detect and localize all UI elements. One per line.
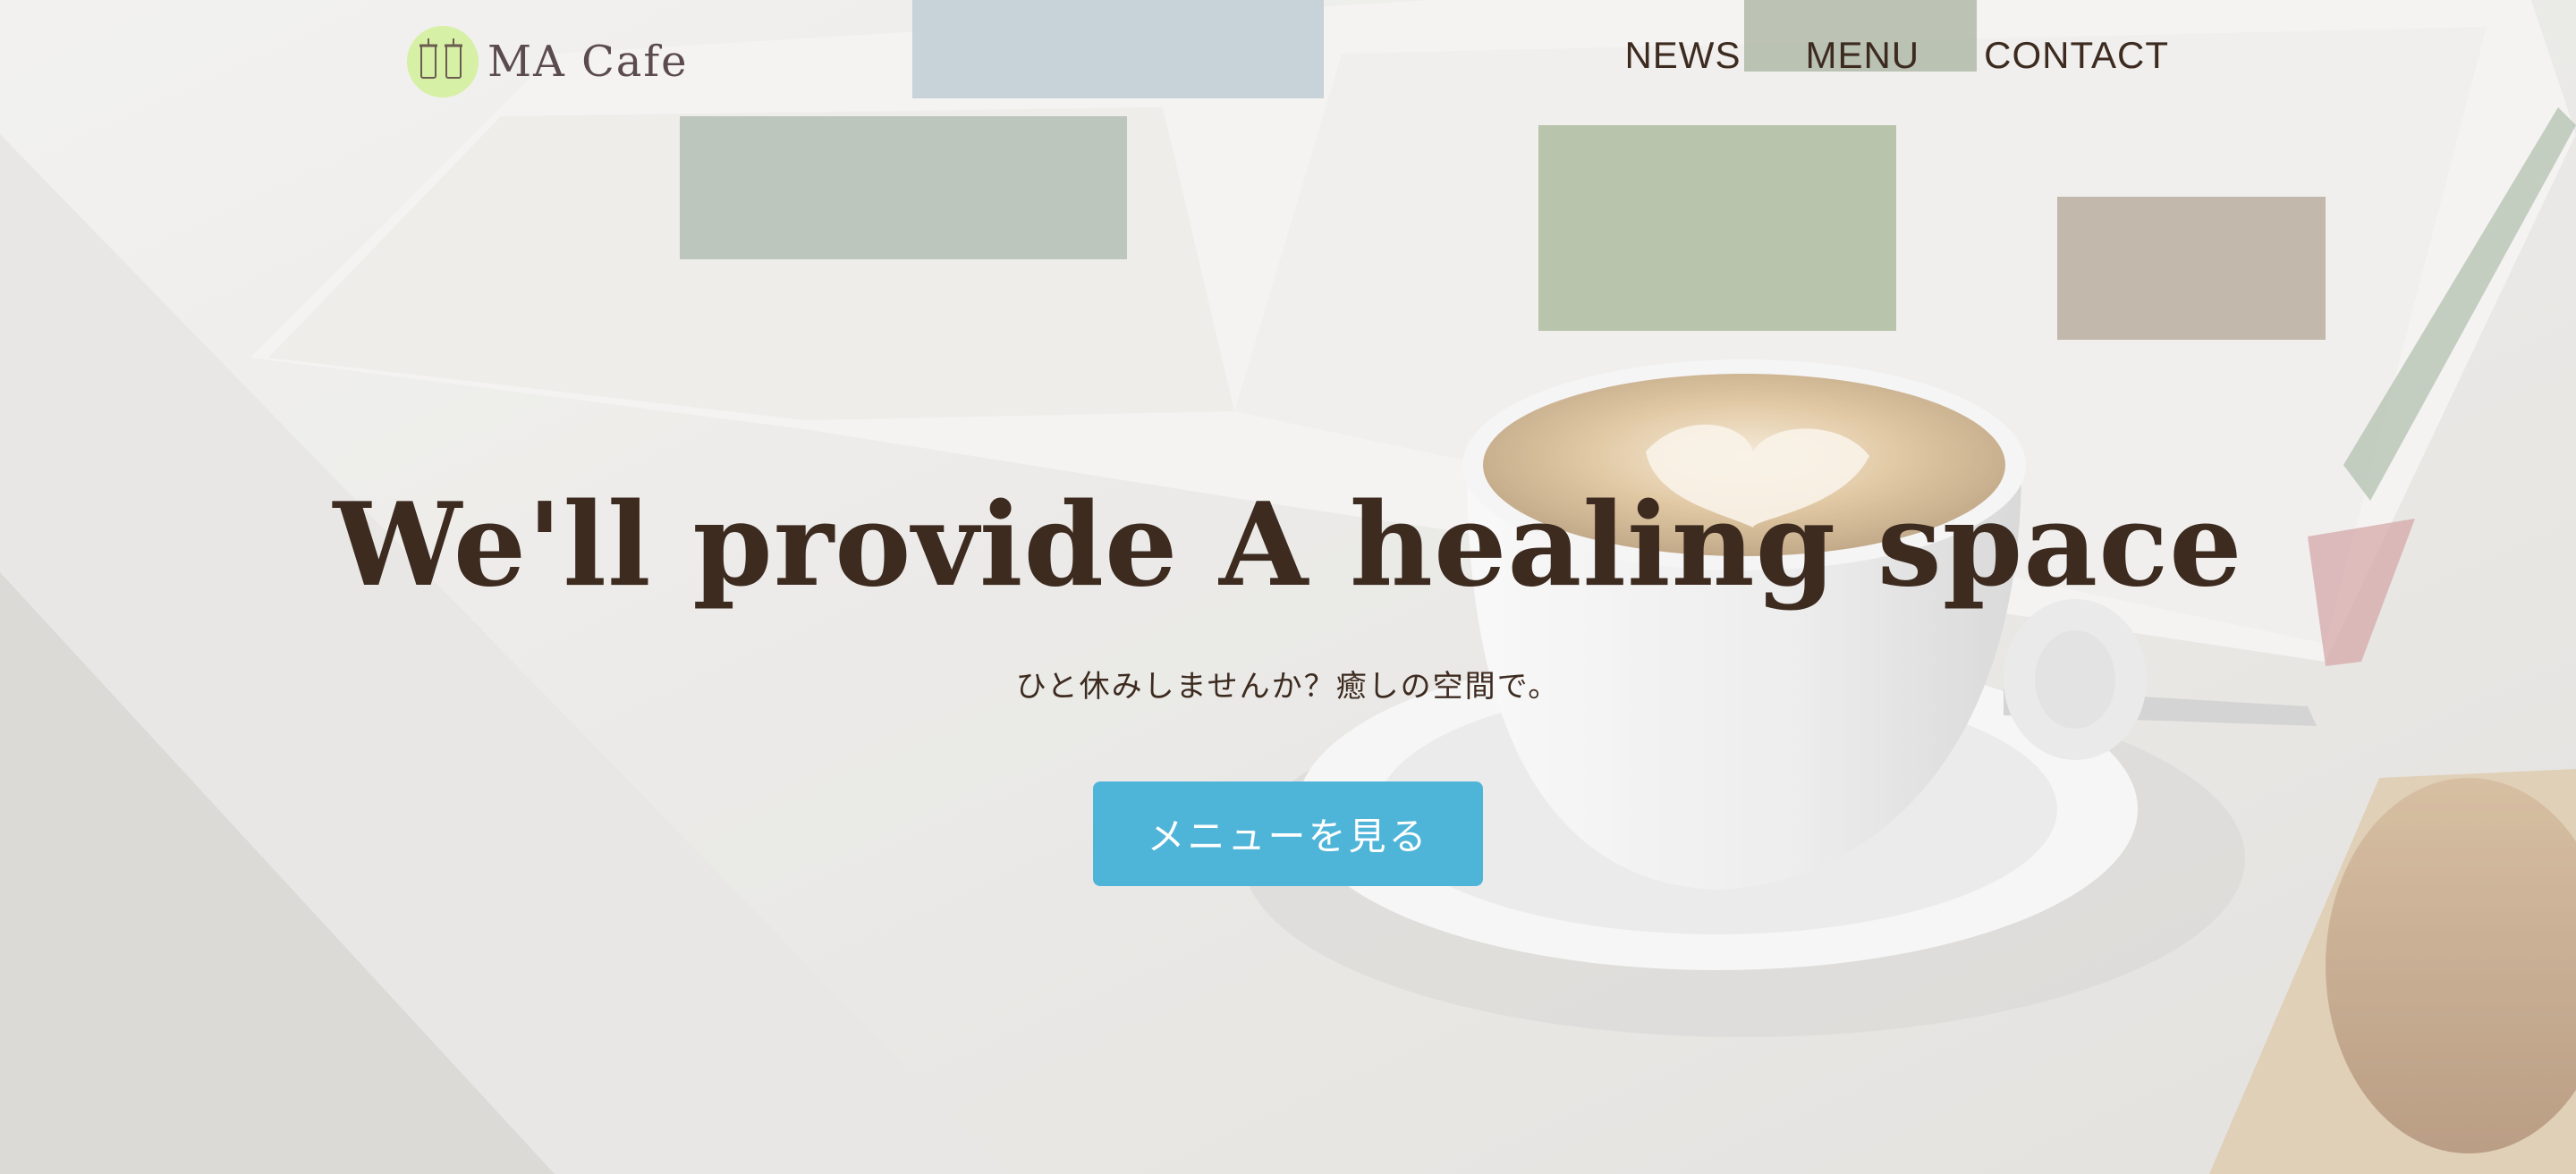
site-header: MA Cafe NEWS MENU CONTACT — [0, 0, 2576, 125]
nav-item-contact[interactable]: CONTACT — [1984, 34, 2169, 77]
logo-link[interactable]: MA Cafe — [407, 21, 689, 102]
nav-item-menu[interactable]: MENU — [1805, 34, 1919, 77]
hero-subtitle: ひと休みしませんか？癒しの空間で。 — [1015, 669, 1561, 705]
nav-item-news[interactable]: NEWS — [1624, 34, 1741, 77]
hero-section: MA Cafe NEWS MENU CONTACT We'll provide … — [0, 0, 2576, 1174]
hero-title: We'll provide A healing space — [333, 478, 2243, 612]
cafe-logo-icon — [407, 26, 479, 97]
main-nav: NEWS MENU CONTACT — [1624, 34, 2169, 77]
view-menu-button[interactable]: メニューを見る — [1093, 781, 1483, 886]
logo-text: MA Cafe — [487, 37, 689, 87]
